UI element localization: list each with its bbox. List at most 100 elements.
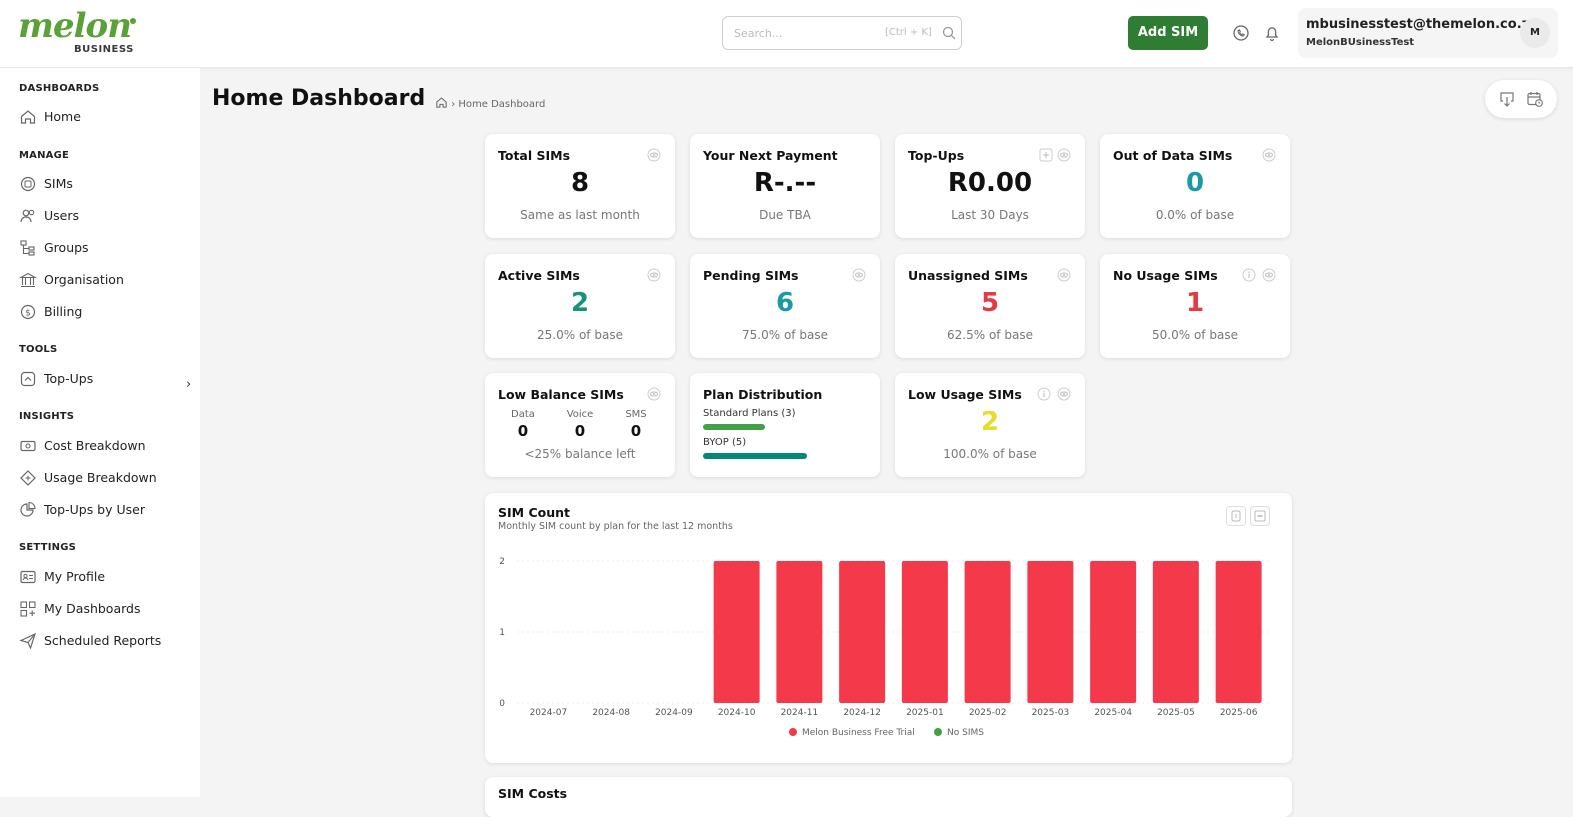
sidebar-item-top-ups[interactable]: Top-Ups bbox=[19, 368, 194, 390]
whatsapp-icon[interactable] bbox=[1232, 24, 1250, 42]
card-title: Top-Ups bbox=[908, 148, 965, 163]
eye-icon[interactable] bbox=[1262, 148, 1276, 162]
x-tick-label: 2024-12 bbox=[843, 708, 881, 718]
sidebar-item-label: Top-Ups bbox=[44, 371, 94, 386]
card-subtext: <25% balance left bbox=[524, 447, 636, 461]
low-balance-sms: SMS 0 bbox=[611, 409, 661, 440]
sidebar-item-sims[interactable]: SIMs bbox=[19, 173, 194, 195]
bar bbox=[1090, 561, 1137, 703]
active-sims-card[interactable]: Active SIMs 2 25.0% of base bbox=[485, 254, 675, 358]
search-input[interactable]: Search... [Ctrl + K] bbox=[722, 16, 962, 50]
sidebar-item-home[interactable]: Home bbox=[19, 106, 194, 128]
sidebar-item-my-dashboards[interactable]: My Dashboards bbox=[19, 598, 194, 620]
usage-icon bbox=[20, 470, 36, 486]
x-tick-label: 2025-06 bbox=[1220, 708, 1258, 718]
x-tick-label: 2024-09 bbox=[655, 708, 693, 718]
bell-icon[interactable] bbox=[1263, 24, 1281, 42]
unassigned-sims-card[interactable]: Unassigned SIMs 5 62.5% of base bbox=[895, 254, 1085, 358]
x-tick-label: 2025-03 bbox=[1032, 708, 1070, 718]
users-icon bbox=[20, 209, 35, 223]
page-title: Home Dashboard bbox=[212, 86, 426, 111]
user-organisation: MelonBUsinessTest bbox=[1306, 37, 1415, 48]
search-placeholder: Search... bbox=[734, 27, 783, 40]
x-tick-label: 2025-04 bbox=[1094, 708, 1132, 718]
sim-count-chart-card: SIM Count Monthly SIM count by plan for … bbox=[485, 493, 1292, 763]
breadcrumb-current: Home Dashboard bbox=[458, 99, 546, 110]
sidebar-item-billing[interactable]: $ Billing bbox=[19, 301, 194, 323]
next-payment-card[interactable]: Your Next Payment R-.-- Due TBA bbox=[690, 134, 880, 238]
low-balance-sims-card[interactable]: Low Balance SIMs Data 0 Voice 0 SMS 0 <2… bbox=[485, 373, 675, 477]
bar bbox=[1215, 561, 1262, 703]
top-ups-card[interactable]: Top-Ups R0.00 Last 30 Days bbox=[895, 134, 1085, 238]
eye-icon[interactable] bbox=[647, 268, 661, 282]
sidebar-item-label: SIMs bbox=[44, 176, 73, 191]
no-usage-sims-card[interactable]: No Usage SIMs 1 50.0% of base bbox=[1100, 254, 1290, 358]
sidebar-item-groups[interactable]: Groups bbox=[19, 237, 194, 259]
sidebar-section-tools: TOOLS bbox=[19, 344, 58, 355]
home-icon[interactable] bbox=[435, 96, 448, 109]
user-menu[interactable]: mbusinesstest@themelon.co.za MelonBUsine… bbox=[1298, 8, 1558, 58]
sidebar-item-top-ups-by-user[interactable]: Top-Ups by User bbox=[19, 499, 194, 521]
eye-icon[interactable] bbox=[647, 387, 661, 401]
eye-icon[interactable] bbox=[852, 268, 866, 282]
avatar[interactable]: M bbox=[1520, 18, 1550, 48]
melon-logo[interactable]: melon BUSINESS bbox=[18, 6, 138, 58]
bar bbox=[839, 561, 886, 703]
breadcrumb-separator: › bbox=[451, 99, 456, 110]
pending-sims-card[interactable]: Pending SIMs 6 75.0% of base bbox=[690, 254, 880, 358]
x-tick-label: 2025-02 bbox=[969, 708, 1007, 718]
sidebar-item-users[interactable]: Users bbox=[19, 205, 194, 227]
plan-distribution-card[interactable]: Plan Distribution Standard Plans (3) BYO… bbox=[690, 373, 880, 477]
eye-icon[interactable] bbox=[1057, 268, 1071, 282]
metric-label: Voice bbox=[566, 409, 594, 420]
download-icon[interactable] bbox=[1498, 90, 1516, 108]
sidebar-item-usage-breakdown[interactable]: Usage Breakdown bbox=[19, 467, 194, 489]
eye-icon[interactable] bbox=[647, 148, 661, 162]
user-email: mbusinesstest@themelon.co.za bbox=[1306, 17, 1538, 32]
card-title: Low Usage SIMs bbox=[908, 387, 1022, 402]
sidebar-item-label: Organisation bbox=[44, 272, 124, 287]
y-tick-label: 2 bbox=[499, 557, 505, 567]
sidebar-item-label: Cost Breakdown bbox=[44, 438, 146, 453]
bank-icon bbox=[19, 272, 37, 288]
low-balance-voice: Voice 0 bbox=[555, 409, 605, 440]
y-tick-label: 0 bbox=[499, 699, 505, 709]
card-subtext: Last 30 Days bbox=[951, 208, 1029, 222]
card-title: Active SIMs bbox=[498, 268, 580, 283]
sidebar-item-scheduled-reports[interactable]: Scheduled Reports bbox=[19, 630, 194, 652]
add-sim-button[interactable]: Add SIM bbox=[1128, 16, 1208, 50]
cost-icon bbox=[20, 440, 36, 452]
logo-subtitle: BUSINESS bbox=[74, 44, 134, 55]
card-title: Unassigned SIMs bbox=[908, 268, 1028, 283]
low-balance-data: Data 0 bbox=[498, 409, 548, 440]
card-title: Low Balance SIMs bbox=[498, 387, 624, 402]
total-sims-card[interactable]: Total SIMs 8 Same as last month bbox=[485, 134, 675, 238]
x-tick-label: 2024-11 bbox=[781, 708, 819, 718]
card-title: No Usage SIMs bbox=[1113, 268, 1218, 283]
sidebar-item-label: Users bbox=[44, 208, 80, 223]
svg-text:$: $ bbox=[25, 309, 31, 319]
eye-icon[interactable] bbox=[1057, 387, 1071, 401]
legend-label: No SIMS bbox=[947, 728, 984, 738]
plan-label: BYOP (5) bbox=[703, 437, 747, 448]
sidebar-item-organisation[interactable]: Organisation bbox=[19, 269, 194, 291]
card-value: R0.00 bbox=[947, 168, 1033, 198]
metric-value: 0 bbox=[574, 422, 586, 440]
card-subtext: 100.0% of base bbox=[943, 447, 1037, 461]
info-icon[interactable] bbox=[1242, 268, 1256, 282]
eye-icon[interactable] bbox=[1057, 148, 1071, 162]
info-icon[interactable] bbox=[1037, 387, 1051, 401]
low-usage-sims-card[interactable]: Low Usage SIMs 2 100.0% of base bbox=[895, 373, 1085, 477]
out-of-data-sims-card[interactable]: Out of Data SIMs 0 0.0% of base bbox=[1100, 134, 1290, 238]
eye-icon[interactable] bbox=[1262, 268, 1276, 282]
plan-bar-standard bbox=[703, 424, 766, 430]
calendar-schedule-icon[interactable] bbox=[1526, 90, 1544, 108]
card-title: Out of Data SIMs bbox=[1113, 148, 1233, 163]
metric-value: 0 bbox=[630, 422, 642, 440]
sidebar-item-my-profile[interactable]: My Profile bbox=[19, 566, 194, 588]
plus-icon[interactable] bbox=[1039, 148, 1053, 162]
bar bbox=[1027, 561, 1074, 703]
sidebar-section-dashboards: DASHBOARDS bbox=[19, 83, 100, 94]
card-title: Pending SIMs bbox=[703, 268, 799, 283]
sidebar-item-cost-breakdown[interactable]: Cost Breakdown bbox=[19, 435, 194, 457]
